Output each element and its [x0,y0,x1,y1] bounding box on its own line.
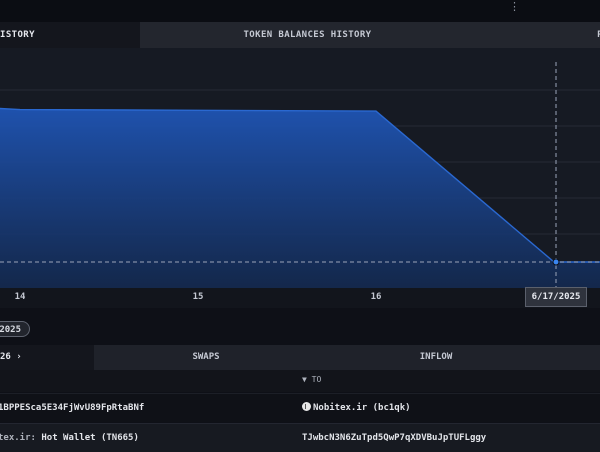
from-address[interactable]: tex.ir: Hot Wallet (TN665) [0,424,139,452]
table-header: ▼ TO [0,370,600,392]
to-address[interactable]: TJwbcN3N6ZuTpd5QwP7qXDVBuJpTUFLggy [302,424,486,452]
more-options-icon[interactable]: ⋮ [509,0,520,13]
year-filter-pill[interactable]: 2025 [0,321,30,337]
top-bar: ⋮ [0,0,600,22]
tab-swaps[interactable]: SWAPS [94,345,318,370]
x-tick-label: 14 [14,292,26,302]
to-address[interactable]: Nobitex.ir (bc1qk) [302,394,411,422]
chart-canvas [0,62,600,288]
tab-token-balances-history[interactable]: TOKEN BALANCES HISTORY [140,22,475,48]
tab-inflow[interactable]: INFLOW [318,345,554,370]
transactions-tabs: 26 › SWAPS INFLOW [0,345,600,370]
balance-history-chart[interactable] [0,48,600,288]
x-tick-label: 15 [192,292,204,302]
hover-date-badge: 6/17/2025 [525,287,587,307]
chart-tabs: ISTORY TOKEN BALANCES HISTORY P [0,22,600,48]
from-address[interactable]: 1BPPESca5E34FjWvU89FpRtaBNf [0,394,144,422]
x-axis: 14 15 16 [0,288,600,308]
nobitex-logo-icon [302,402,311,411]
hover-point [552,258,560,266]
table-row[interactable]: 1BPPESca5E34FjWvU89FpRtaBNf Nobitex.ir (… [0,393,600,422]
to-column-sort[interactable]: ▼ TO [302,375,321,384]
to-address-label: Nobitex.ir (bc1qk) [313,403,411,413]
x-tick-label: 16 [370,292,382,302]
from-entity-prefix: tex.ir: [0,433,42,443]
table-row[interactable]: tex.ir: Hot Wallet (TN665) TJwbcN3N6ZuTp… [0,423,600,452]
tab-transfers[interactable]: 26 › [0,345,94,370]
from-entity-label: Hot Wallet (TN665) [41,433,139,443]
tab-history[interactable]: ISTORY [0,22,140,48]
tab-p[interactable]: P [475,22,600,48]
